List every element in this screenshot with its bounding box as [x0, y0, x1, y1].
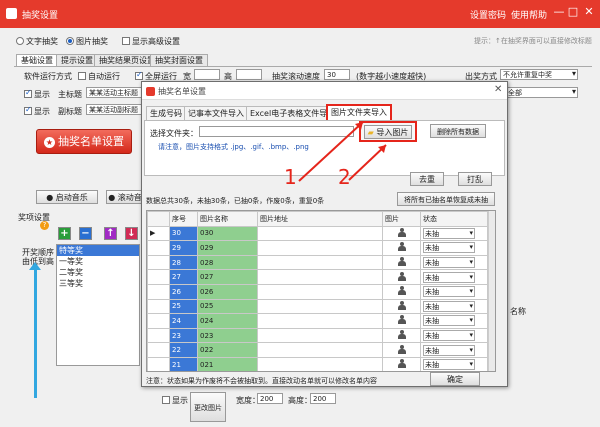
annotation-2: 2 — [338, 165, 351, 189]
arrow-2-line — [348, 144, 387, 181]
arrow-1-line — [298, 121, 364, 182]
annotation-overlay — [298, 121, 387, 182]
annotation-1: 1 — [284, 165, 297, 189]
